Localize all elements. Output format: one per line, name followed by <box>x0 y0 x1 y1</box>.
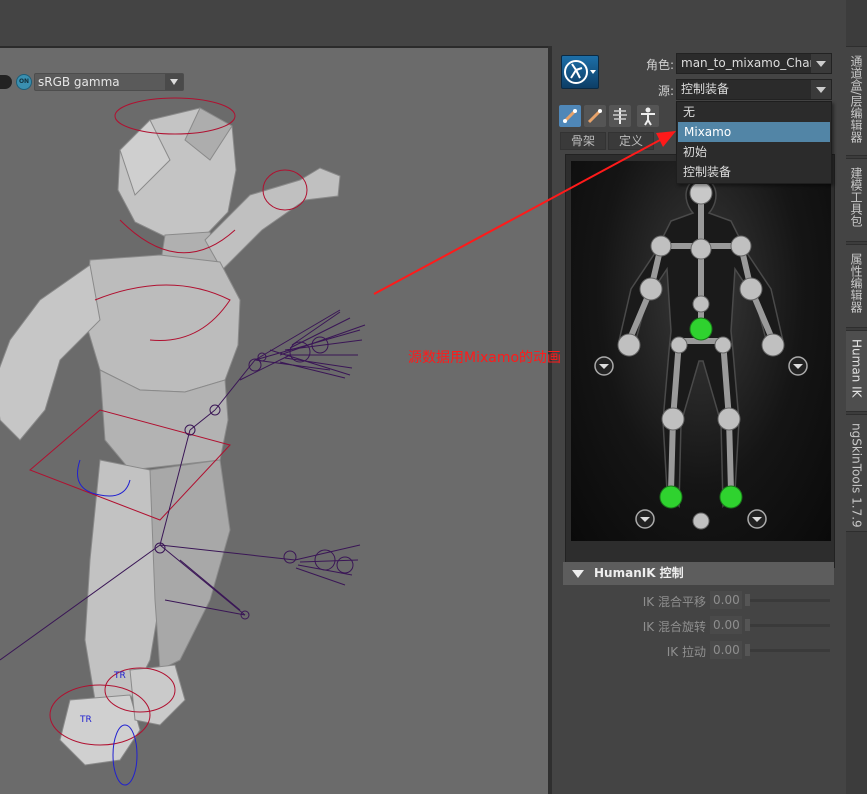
ik-blend-translate-slider[interactable] <box>748 599 830 602</box>
humanik-controls-header[interactable]: HumanIK 控制 <box>563 562 834 585</box>
ribcage-icon[interactable] <box>609 105 631 127</box>
tab-human-ik[interactable]: Human IK <box>846 330 867 412</box>
slider-handle[interactable] <box>745 594 750 606</box>
ik-blend-translate-row: IK 混合平移 0.00 <box>552 590 846 610</box>
define-skeleton-button[interactable] <box>584 105 606 127</box>
tab-definition[interactable]: 定义 <box>608 132 654 150</box>
tr-label: TR <box>79 715 92 725</box>
ik-pull-label: IK 拉动 <box>666 645 706 659</box>
side-tab-bar: 通道盒/层编辑器 建模工具包 属性编辑器 Human IK ngSkinTool… <box>846 0 867 794</box>
ik-blend-translate-field[interactable]: 0.00 <box>710 591 742 609</box>
chevron-down-icon <box>811 54 831 73</box>
dropdown-item-control-rig[interactable]: 控制装备 <box>677 162 831 182</box>
slider-handle[interactable] <box>745 644 750 656</box>
color-management-toggle[interactable]: ON <box>16 74 32 90</box>
tr-label: TR <box>113 671 126 681</box>
character-mesh <box>0 107 341 766</box>
tab-ngskintools[interactable]: ngSkinTools 1.7.9 <box>846 414 867 532</box>
tab-channel-box[interactable]: 通道盒/层编辑器 <box>846 46 867 156</box>
ik-blend-translate-label: IK 混合平移 <box>642 595 706 609</box>
humanik-logo-icon[interactable] <box>561 55 599 89</box>
top-toolbar <box>0 0 867 46</box>
tab-skeleton[interactable]: 骨架 <box>560 132 606 150</box>
tab-attribute-editor[interactable]: 属性编辑器 <box>846 244 867 328</box>
ik-blend-rotate-row: IK 混合旋转 0.00 <box>552 615 846 635</box>
character-selector[interactable]: man_to_mixamo_Chara <box>676 53 832 74</box>
dropdown-item-none[interactable]: 无 <box>677 102 831 122</box>
chevron-down-icon <box>811 80 831 99</box>
source-label: 源: <box>657 84 674 98</box>
character-scene[interactable]: TR TR <box>0 48 548 794</box>
ik-pull-slider[interactable] <box>748 649 830 652</box>
view-transform-dropdown[interactable]: sRGB gamma <box>34 73 184 91</box>
ik-blend-rotate-label: IK 混合旋转 <box>642 620 706 634</box>
chevron-down-icon <box>165 74 183 90</box>
tab-modeling-toolkit[interactable]: 建模工具包 <box>846 158 867 242</box>
character-label: 角色: <box>645 58 674 72</box>
source-value: 控制装备 <box>681 82 730 96</box>
source-selector[interactable]: 控制装备 <box>676 79 832 100</box>
expand-arrow-icons <box>594 356 808 529</box>
ik-pull-row: IK 拉动 0.00 <box>552 640 846 660</box>
skeleton-bones <box>626 190 776 494</box>
character-icon[interactable] <box>637 105 659 127</box>
3d-viewport[interactable]: TR TR ON sRGB gamma <box>0 48 548 794</box>
ik-blend-rotate-field[interactable]: 0.00 <box>710 616 742 634</box>
annotation-text: 源数据用Mixamo的动画 <box>408 350 562 366</box>
finger-joints <box>279 311 366 586</box>
dropdown-item-mixamo[interactable]: Mixamo <box>678 122 830 142</box>
source-dropdown-list[interactable]: 无 Mixamo 初始 控制装备 <box>676 101 832 184</box>
dropdown-item-stance[interactable]: 初始 <box>677 142 831 162</box>
ik-blend-rotate-slider[interactable] <box>748 624 830 627</box>
slider-handle[interactable] <box>745 619 750 631</box>
view-transform-value: sRGB gamma <box>38 75 120 89</box>
ik-pull-field[interactable]: 0.00 <box>710 641 742 659</box>
character-value: man_to_mixamo_Chara <box>681 56 822 70</box>
skeleton-view-frame <box>565 154 835 568</box>
character-controls-view[interactable] <box>571 161 831 541</box>
create-skeleton-button[interactable] <box>559 105 581 127</box>
